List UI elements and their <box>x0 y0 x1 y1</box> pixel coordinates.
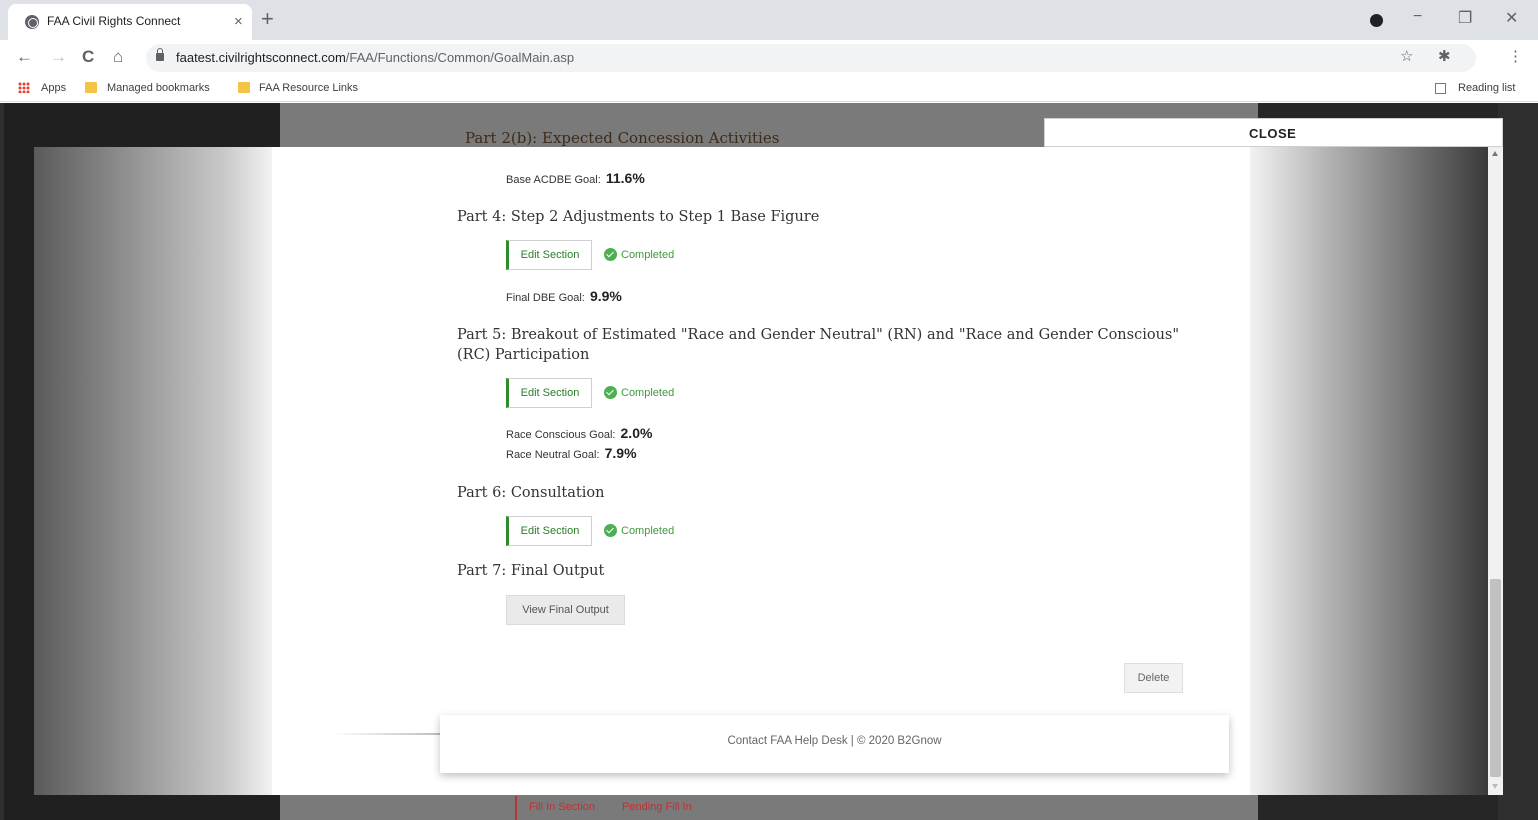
extensions-icon[interactable]: ✱ <box>1438 47 1451 65</box>
reading-list-icon <box>1435 83 1446 94</box>
close-bar[interactable]: CLOSE <box>1044 118 1503 147</box>
modal-scrollbar[interactable] <box>1488 147 1503 795</box>
folder-icon <box>238 82 250 93</box>
new-tab-button[interactable]: + <box>261 6 274 32</box>
bookmarks-bar: Apps Managed bookmarks FAA Resource Link… <box>0 76 1538 102</box>
goal-value: 11.6% <box>605 170 645 186</box>
lock-icon <box>156 48 164 61</box>
modal-backdrop-right <box>1250 147 1488 795</box>
background-pending-status: Pending Fill In <box>622 801 692 813</box>
browser-menu-icon[interactable]: ⋮ <box>1508 47 1523 65</box>
footer: Contact FAA Help Desk | © 2020 B2Gnow <box>440 715 1229 773</box>
footer-text[interactable]: Contact FAA Help Desk | © 2020 B2Gnow <box>440 735 1229 747</box>
goal-label: Race Neutral Goal: <box>506 449 600 461</box>
globe-icon <box>25 15 39 29</box>
background-heading: Part 2(b): Expected Concession Activitie… <box>465 129 780 147</box>
back-icon[interactable]: ← <box>16 47 33 67</box>
status-label: Completed <box>621 525 675 537</box>
scroll-down-icon[interactable] <box>1492 784 1498 789</box>
goal-label: Final DBE Goal: <box>506 292 585 304</box>
folder-icon <box>85 82 97 93</box>
part4-status: Completed <box>604 248 674 261</box>
footer-divider <box>332 733 440 735</box>
check-circle-icon <box>604 386 617 399</box>
address-bar[interactable]: faatest.civilrightsconnect.com/FAA/Funct… <box>146 44 1476 72</box>
part4-heading: Part 4: Step 2 Adjustments to Step 1 Bas… <box>457 209 820 225</box>
tab-strip: FAA Civil Rights Connect × + − ❐ ✕ <box>0 0 1538 40</box>
part5-edit-section-button[interactable]: Edit Section <box>506 378 592 408</box>
bookmark-star-icon[interactable]: ☆ <box>1400 47 1413 65</box>
scroll-thumb[interactable] <box>1490 579 1501 777</box>
scroll-up-icon[interactable] <box>1492 151 1498 156</box>
forward-icon[interactable]: → <box>50 47 67 67</box>
race-neutral-goal: Race Neutral Goal: 7.9% <box>506 445 637 461</box>
part5-heading: Part 5: Breakout of Estimated "Race and … <box>457 327 1180 363</box>
reading-list[interactable]: Reading list <box>1458 82 1515 94</box>
url-host: faatest.civilrightsconnect.com <box>176 50 346 65</box>
delete-button[interactable]: Delete <box>1124 663 1183 693</box>
home-icon[interactable]: ⌂ <box>113 47 123 67</box>
profile-icon[interactable] <box>1370 14 1383 27</box>
bookmark-apps[interactable]: Apps <box>41 82 66 94</box>
check-circle-icon <box>604 248 617 261</box>
check-circle-icon <box>604 524 617 537</box>
goal-value: 2.0% <box>620 425 653 441</box>
part6-status: Completed <box>604 524 674 537</box>
bookmark-managed[interactable]: Managed bookmarks <box>107 82 210 94</box>
browser-tab[interactable]: FAA Civil Rights Connect × <box>8 4 252 40</box>
apps-icon <box>18 82 30 93</box>
goal-modal: Base ACDBE Goal: 11.6% Part 4: Step 2 Ad… <box>272 147 1250 795</box>
part6-heading: Part 6: Consultation <box>457 485 605 501</box>
goal-label: Base ACDBE Goal: <box>506 174 601 186</box>
race-conscious-goal: Race Conscious Goal: 2.0% <box>506 425 652 441</box>
goal-label: Race Conscious Goal: <box>506 429 616 441</box>
window-close-icon[interactable]: ✕ <box>1505 8 1518 28</box>
minimize-icon[interactable]: − <box>1413 8 1422 26</box>
tab-close-icon[interactable]: × <box>234 13 243 30</box>
part5-status: Completed <box>604 386 674 399</box>
page-viewport: Part 2(b): Expected Concession Activitie… <box>0 103 1538 820</box>
tab-title: FAA Civil Rights Connect <box>47 14 181 28</box>
part4-edit-section-button[interactable]: Edit Section <box>506 240 592 270</box>
status-label: Completed <box>621 387 675 399</box>
url-path: /FAA/Functions/Common/GoalMain.asp <box>345 50 575 65</box>
goal-value: 7.9% <box>604 445 637 461</box>
status-label: Completed <box>621 249 675 261</box>
modal-backdrop-left <box>34 147 272 795</box>
view-final-output-button[interactable]: View Final Output <box>506 595 625 625</box>
reload-icon[interactable]: C <box>82 47 94 67</box>
toolbar: ← → C ⌂ faatest.civilrightsconnect.com/F… <box>0 40 1538 76</box>
url-text: faatest.civilrightsconnect.com/FAA/Funct… <box>176 50 574 65</box>
base-acdbe-goal: Base ACDBE Goal: 11.6% <box>506 170 645 186</box>
bookmark-faa-resource-links[interactable]: FAA Resource Links <box>259 82 358 94</box>
goal-value: 9.9% <box>589 288 622 304</box>
close-button[interactable]: CLOSE <box>1249 126 1296 141</box>
part6-edit-section-button[interactable]: Edit Section <box>506 516 592 546</box>
maximize-icon[interactable]: ❐ <box>1458 8 1472 28</box>
background-fill-in-button: Fill In Section <box>515 796 610 820</box>
part7-heading: Part 7: Final Output <box>457 563 605 579</box>
final-dbe-goal: Final DBE Goal: 9.9% <box>506 288 622 304</box>
